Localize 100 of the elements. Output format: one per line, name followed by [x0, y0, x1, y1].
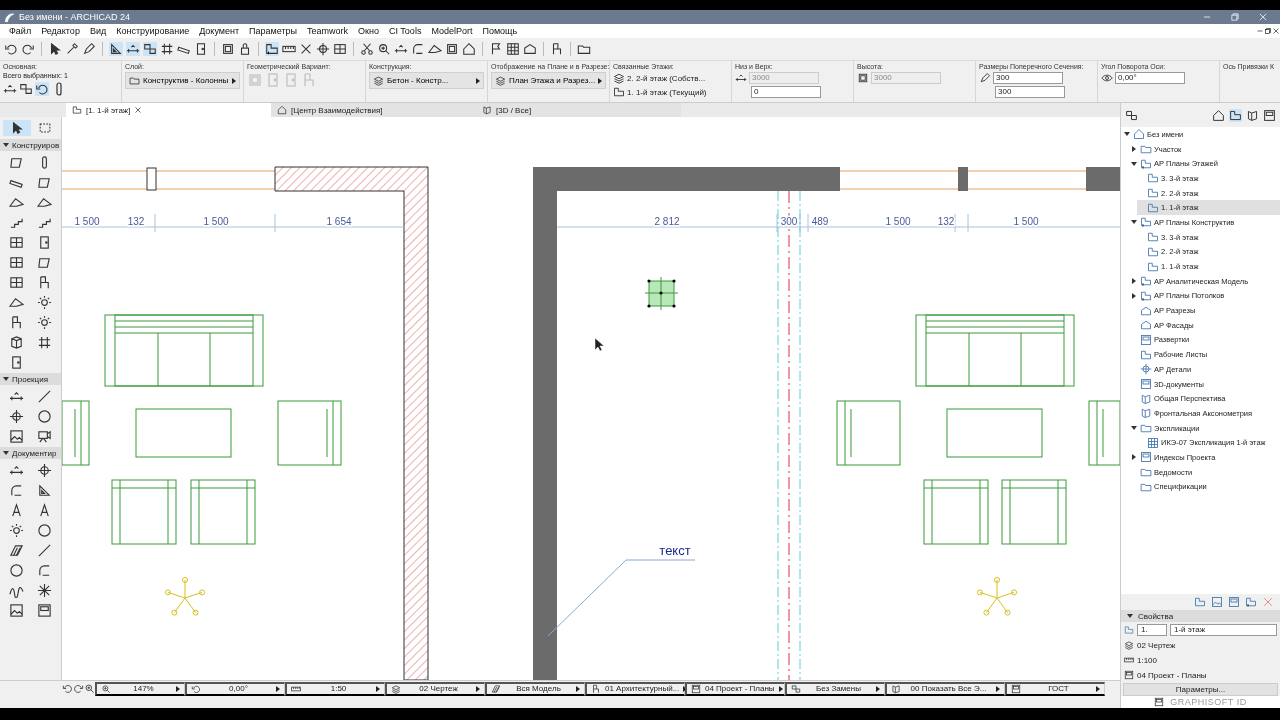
undo-icon[interactable] [35, 82, 49, 96]
menu-item[interactable]: Конструирование [111, 26, 195, 36]
square-icon[interactable] [221, 42, 235, 56]
dropdown[interactable]: Бетон - Констр... [369, 72, 484, 89]
dropdown[interactable]: Конструктив - Колонны [125, 72, 240, 89]
floor-icon[interactable] [1147, 260, 1159, 273]
floor-icon[interactable] [1229, 108, 1242, 122]
triangle-icon[interactable] [109, 42, 123, 56]
roof-icon[interactable] [428, 42, 442, 56]
pointer-icon[interactable] [2, 120, 31, 136]
parameters-button[interactable]: Параметры... [1123, 683, 1278, 696]
floor-icon[interactable] [72, 105, 82, 115]
magnifier-icon[interactable] [84, 683, 95, 694]
window-icon[interactable] [333, 42, 347, 56]
menu-item[interactable]: Окно [353, 26, 385, 36]
input-field[interactable]: 0,00° [1115, 72, 1185, 84]
close-icon[interactable] [1272, 27, 1280, 35]
house-icon[interactable] [277, 105, 287, 115]
lock-icon[interactable] [238, 42, 252, 56]
door-icon[interactable] [194, 42, 208, 56]
redo-icon[interactable] [21, 42, 35, 56]
eye-icon[interactable] [1101, 72, 1113, 84]
chevron-icon[interactable] [1131, 161, 1137, 166]
floor-icon[interactable] [1147, 231, 1159, 244]
chevron-icon[interactable] [1131, 426, 1137, 431]
restore-icon[interactable] [1264, 27, 1272, 35]
tab[interactable]: [Центр Взаимодействия] [271, 103, 476, 117]
redo-icon[interactable] [73, 683, 84, 694]
floor-icon[interactable] [1140, 348, 1152, 361]
panel-header[interactable]: Свойства [1121, 610, 1280, 622]
input-field[interactable]: 1. [1137, 624, 1167, 636]
menu-item[interactable]: Редактор [36, 26, 85, 36]
menu-item[interactable]: Teamwork [302, 26, 354, 36]
house-icon[interactable] [462, 42, 476, 56]
input-field[interactable]: 0 [751, 86, 821, 98]
layers-icon[interactable] [495, 75, 506, 86]
flag-icon[interactable] [489, 42, 503, 56]
chevron-icon[interactable] [1131, 220, 1137, 225]
square-icon[interactable] [857, 72, 869, 84]
tab[interactable]: [1. 1-й этаж] [66, 103, 271, 117]
story-link[interactable]: 1. 1-й этаж (Текущий) [627, 87, 707, 97]
layers-icon[interactable] [391, 683, 401, 694]
layers-icon[interactable] [613, 72, 625, 84]
input-field[interactable]: 300 [993, 72, 1063, 84]
folder-icon[interactable] [577, 42, 591, 56]
toolbox-header[interactable]: Документир [0, 447, 61, 459]
pen-icon[interactable] [979, 72, 991, 84]
sheet-icon[interactable] [1011, 683, 1021, 694]
arc-icon[interactable] [411, 42, 425, 56]
arrange-icon[interactable] [19, 82, 33, 96]
layers-icon[interactable] [373, 75, 384, 86]
chair-icon[interactable] [550, 42, 564, 56]
grid-icon[interactable] [160, 42, 174, 56]
dimension-icon[interactable] [394, 42, 408, 56]
scissors-icon[interactable] [360, 42, 374, 56]
ruler-icon[interactable] [291, 683, 301, 694]
floor-icon[interactable] [613, 86, 625, 98]
pointer-icon[interactable] [48, 42, 62, 56]
magnifier-icon[interactable] [377, 42, 391, 56]
sheet-icon[interactable] [1154, 697, 1165, 707]
chevron-icon[interactable] [1124, 132, 1130, 137]
input-field[interactable]: 300 [995, 86, 1065, 98]
pen-icon[interactable] [82, 42, 96, 56]
arrange-icon[interactable] [791, 683, 801, 694]
sheet-icon[interactable] [1263, 108, 1276, 122]
menu-item[interactable]: ModelPort [426, 26, 478, 36]
plan-icon[interactable] [265, 42, 279, 56]
ruler-icon[interactable] [1124, 655, 1134, 665]
toolbox-header[interactable]: Проекция [0, 373, 61, 385]
toolbox-header[interactable]: Конструиров [0, 139, 61, 151]
house-icon[interactable] [1212, 108, 1225, 122]
magnifier-icon[interactable] [101, 683, 111, 694]
close-icon[interactable] [134, 106, 143, 114]
chevron-icon[interactable] [1132, 292, 1136, 299]
menu-item[interactable]: Помощь [477, 26, 523, 36]
layers-icon[interactable] [1124, 640, 1134, 650]
floor-icon[interactable] [1147, 245, 1159, 258]
menu-item[interactable]: Параметры [244, 26, 303, 36]
floor-icon[interactable] [1147, 187, 1159, 200]
input-field[interactable]: 1-й этаж [1170, 624, 1277, 636]
chevron-icon[interactable] [1132, 146, 1136, 153]
sheet-icon[interactable] [691, 683, 701, 694]
menu-item[interactable]: CI Tools [384, 26, 427, 36]
undo-icon[interactable] [4, 42, 18, 56]
dimension-icon[interactable] [735, 72, 747, 84]
house-icon[interactable] [1133, 128, 1145, 141]
dimension-icon[interactable] [126, 42, 140, 56]
menu-item[interactable]: Вид [84, 26, 112, 36]
tab[interactable]: [3D / Все] [476, 103, 681, 117]
floor-icon[interactable] [1147, 172, 1159, 185]
schedule-icon[interactable] [1147, 436, 1159, 449]
square-icon[interactable] [445, 42, 459, 56]
pipette-icon[interactable] [65, 42, 79, 56]
logo-icon[interactable] [4, 11, 15, 23]
chevron-icon[interactable] [1132, 454, 1136, 461]
menu-item[interactable]: Файл [4, 26, 37, 36]
arrange-icon[interactable] [1125, 108, 1138, 122]
dimension-icon[interactable] [3, 82, 17, 96]
arrange-icon[interactable] [143, 42, 157, 56]
schedule-icon[interactable] [506, 42, 520, 56]
